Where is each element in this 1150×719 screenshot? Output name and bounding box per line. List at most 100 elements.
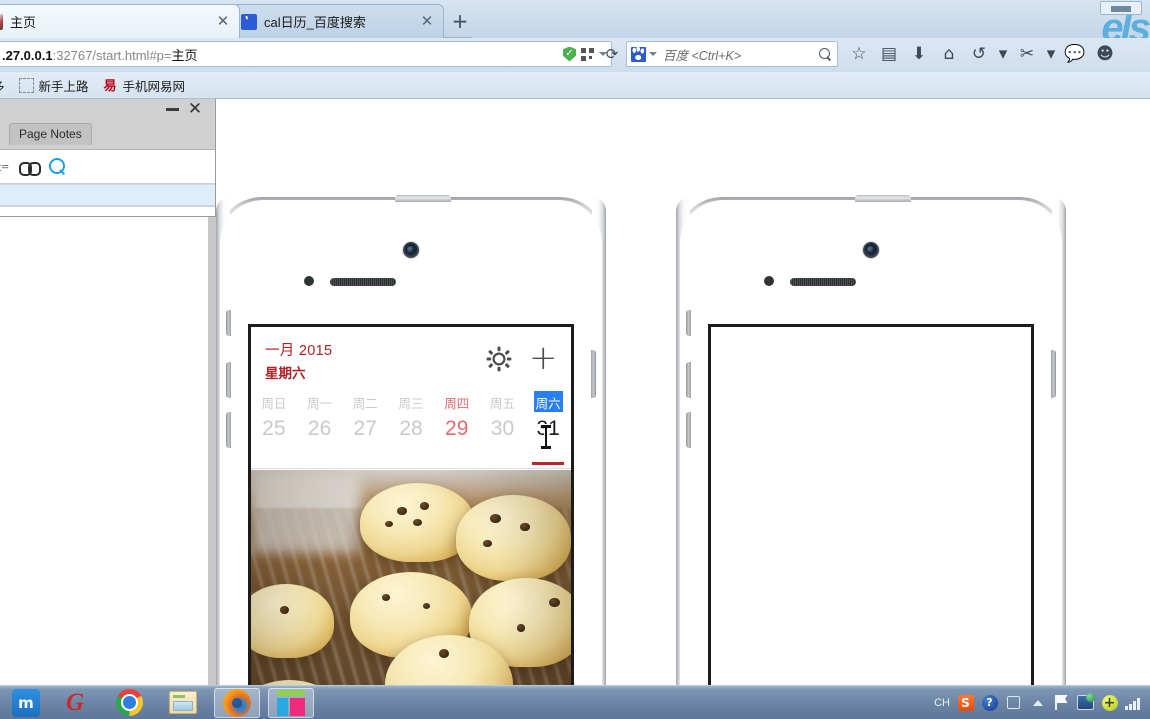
- phone-mockup-right: [666, 195, 1076, 685]
- calendar-day-number: 29: [445, 417, 469, 440]
- start-button[interactable]: m: [8, 688, 44, 718]
- calendar-day-cell[interactable]: 周日 25: [251, 391, 297, 469]
- silent-switch[interactable]: [686, 310, 691, 336]
- address-bar[interactable]: .27.0.0.1:32767/start.html#p=主页: [0, 41, 612, 67]
- home-icon[interactable]: ⌂: [938, 43, 960, 65]
- page-notes-selected-row[interactable]: [0, 184, 215, 206]
- baidu-search-engine-icon[interactable]: [631, 46, 646, 62]
- taskbar-item-explorer[interactable]: [160, 688, 206, 718]
- tab-close-icon[interactable]: ✕: [215, 13, 231, 30]
- g-app-icon: G: [65, 688, 85, 716]
- sogou-glyph: S: [957, 694, 974, 711]
- calendar-dow-label: 周三: [398, 397, 424, 411]
- help-icon[interactable]: ?: [981, 694, 998, 711]
- calendar-day-cell[interactable]: 周二 27: [342, 391, 388, 469]
- search-bar[interactable]: 百度 <Ctrl+K>: [626, 41, 838, 67]
- search-engine-chevron-down-icon[interactable]: [649, 52, 657, 56]
- phone-mockup-left: 一月 2015 星期六 + 周日 25 周一 26 周二 27 周三 28 周四…: [206, 195, 616, 685]
- calendar-day-cell-selected[interactable]: 周六 31: [525, 391, 571, 469]
- flag-action-center-icon[interactable]: [1053, 694, 1070, 711]
- tiles-app-icon: [277, 689, 305, 716]
- taskbar-item-chrome[interactable]: [106, 688, 152, 718]
- network-monitor-icon[interactable]: [1077, 693, 1095, 711]
- calendar-day-cell[interactable]: 周三 28: [388, 391, 434, 469]
- power-button[interactable]: [395, 195, 451, 202]
- windows-taskbar: m G CH S ?: [0, 685, 1150, 719]
- link-icon[interactable]: [18, 161, 41, 176]
- chat-bubble-icon[interactable]: 💬: [1064, 43, 1086, 65]
- search-icon[interactable]: [818, 47, 833, 62]
- volume-down-button[interactable]: [686, 412, 691, 448]
- netease-icon: 易: [103, 77, 117, 93]
- selected-day-underline: [532, 462, 565, 465]
- show-hidden-icons-icon[interactable]: [1029, 694, 1046, 711]
- sogou-icon[interactable]: S: [957, 694, 974, 711]
- search-icon[interactable]: [48, 158, 66, 175]
- search-input-placeholder[interactable]: 百度 <Ctrl+K>: [663, 45, 741, 64]
- calendar-day-number: 25: [262, 417, 286, 440]
- taskbar-item-g[interactable]: G: [52, 688, 98, 718]
- bookmark-label: 新手上路: [38, 79, 89, 94]
- browser-tab-home[interactable]: 主页 ✕: [0, 4, 240, 38]
- bookmark-item-partial[interactable]: 多: [0, 76, 5, 95]
- taskbar-item-firefox[interactable]: [214, 687, 260, 718]
- power-button[interactable]: [855, 195, 911, 202]
- system-tray: CH S ?: [934, 693, 1150, 711]
- dotted-square-icon: [18, 77, 34, 93]
- volume-up-button[interactable]: [686, 362, 691, 398]
- address-bar-url: .27.0.0.1:32767/start.html#p=主页: [2, 45, 198, 64]
- bookmark-item-getting-started[interactable]: 新手上路: [18, 76, 89, 95]
- avatar-icon[interactable]: ☻: [1094, 43, 1116, 65]
- sleep-wake-button[interactable]: [591, 350, 596, 398]
- silent-switch[interactable]: [226, 310, 231, 336]
- calendar-dow-label: 周一: [307, 397, 333, 411]
- calendar-dow-label-selected: 周六: [533, 391, 563, 412]
- signal-bars-icon[interactable]: [1125, 694, 1142, 711]
- page-content-area: 一月 2015 星期六 + 周日 25 周一 26 周二 27 周三 28 周四…: [0, 99, 1150, 685]
- reload-button[interactable]: ⟳: [604, 47, 620, 63]
- phone-shell: [680, 195, 1062, 685]
- screenshot-dropdown-icon[interactable]: ▾: [1046, 43, 1056, 65]
- browser-tab-baidu[interactable]: cal日历_百度搜索 ✕: [232, 4, 444, 38]
- window-controls[interactable]: [1100, 1, 1142, 15]
- bookmarks-toolbar: 多 新手上路 易 手机网易网: [0, 72, 1150, 99]
- bookmark-item-netease[interactable]: 易 手机网易网: [103, 76, 186, 95]
- tab-close-icon[interactable]: ✕: [419, 13, 435, 30]
- screenshot-icon[interactable]: ✂: [1016, 43, 1038, 65]
- volume-down-button[interactable]: [226, 412, 231, 448]
- page-notes-toolbar: x=: [0, 149, 215, 183]
- phone-screen-calendar: 一月 2015 星期六 + 周日 25 周一 26 周二 27 周三 28 周四…: [248, 324, 574, 685]
- front-camera-icon: [403, 242, 419, 258]
- plus-icon[interactable]: +: [529, 341, 558, 375]
- calendar-day-cell[interactable]: 周五 30: [480, 391, 526, 469]
- qr-code-icon[interactable]: [581, 47, 594, 61]
- bookmark-label: 手机网易网: [122, 79, 186, 94]
- text-cursor-icon: [541, 425, 552, 449]
- tab-page-notes[interactable]: Page Notes: [9, 123, 92, 145]
- history-back-icon[interactable]: ↺: [968, 43, 990, 65]
- calendar-day-cell[interactable]: 周四 29: [434, 391, 480, 469]
- volume-up-button[interactable]: [226, 362, 231, 398]
- reader-list-icon[interactable]: ▤: [878, 43, 900, 65]
- bookmark-star-icon[interactable]: ☆: [848, 43, 870, 65]
- calendar-day-cell[interactable]: 周一 26: [297, 391, 343, 469]
- green-plus-icon[interactable]: [1101, 694, 1118, 711]
- downloads-icon[interactable]: ⬇: [908, 43, 930, 65]
- gear-icon[interactable]: [485, 345, 513, 373]
- browser-navigation-bar: .27.0.0.1:32767/start.html#p=主页 ⟳ 百度 <Ct…: [0, 38, 1150, 72]
- url-port: :32767: [52, 47, 93, 63]
- phone-screen-blank: [708, 324, 1034, 685]
- front-camera-icon: [863, 242, 879, 258]
- close-icon[interactable]: ✕: [187, 100, 203, 118]
- keyboard-icon[interactable]: [1005, 694, 1022, 711]
- minimize-icon[interactable]: [166, 108, 179, 111]
- ime-label[interactable]: CH: [934, 697, 950, 709]
- sleep-wake-button[interactable]: [1051, 350, 1056, 398]
- history-dropdown-icon[interactable]: ▾: [998, 43, 1008, 65]
- maxthon-icon: m: [12, 688, 40, 717]
- taskbar-item-tiles[interactable]: [268, 687, 314, 718]
- tab-title-baidu: cal日历_百度搜索: [264, 15, 366, 30]
- security-shield-icon[interactable]: [563, 46, 576, 62]
- new-tab-button[interactable]: +: [448, 10, 472, 34]
- firefox-icon: [223, 688, 251, 717]
